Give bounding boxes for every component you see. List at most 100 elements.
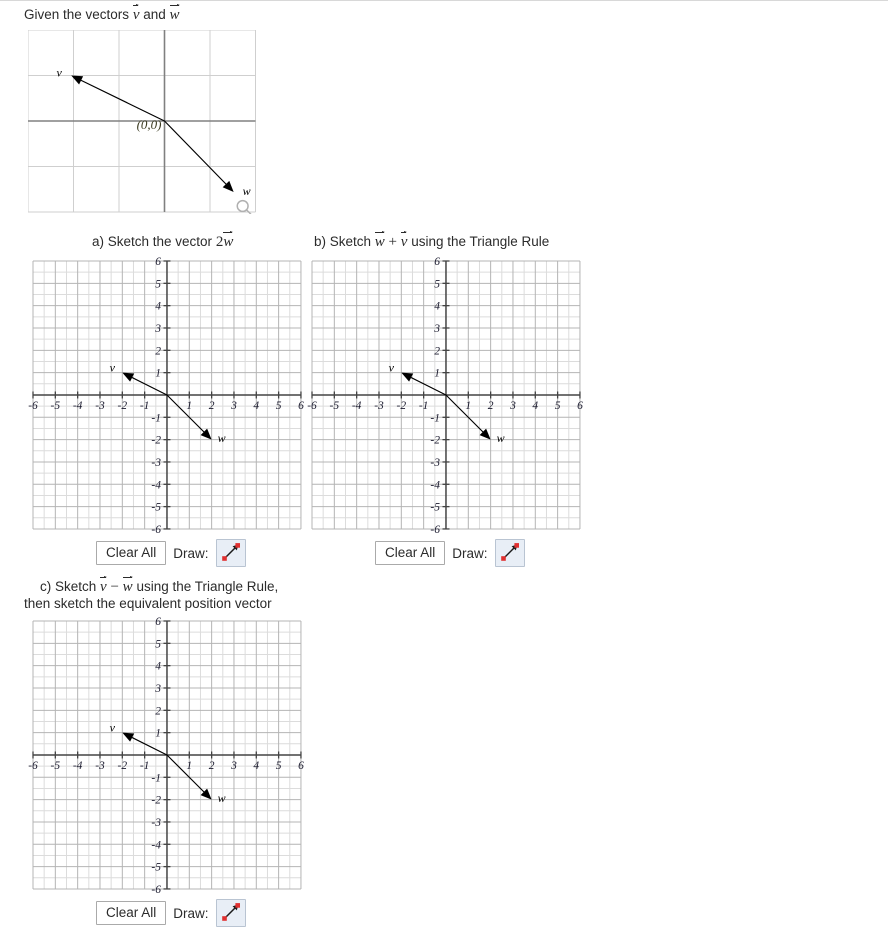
y-tick-label: 5 xyxy=(434,278,440,290)
x-tick-label: 6 xyxy=(298,760,304,772)
x-tick-label: 4 xyxy=(253,760,259,772)
reference-vector-v-label: v xyxy=(57,66,63,80)
y-tick-label: -5 xyxy=(430,502,440,514)
origin-label: (0,0) xyxy=(137,117,162,132)
y-tick-label: 2 xyxy=(155,705,161,717)
vector-w-label: w xyxy=(497,431,505,445)
vector-v-symbol: v xyxy=(100,575,107,596)
x-tick-label: -5 xyxy=(51,400,61,412)
vector-arrow-overbar xyxy=(132,3,140,6)
intro-prompt-mid: and xyxy=(139,7,170,22)
x-tick-label: 6 xyxy=(577,400,583,412)
x-tick-label: -5 xyxy=(330,400,340,412)
part-b-prompt: b) Sketch w + v using the Triangle Rule xyxy=(314,230,549,251)
draw-vector-button-a[interactable] xyxy=(215,539,246,567)
x-tick-label: 2 xyxy=(488,400,494,412)
clear-all-button-b[interactable]: Clear All xyxy=(375,541,446,565)
y-tick-label: 6 xyxy=(434,256,440,268)
part-c-operator: − xyxy=(106,579,123,595)
part-a-prompt: a) Sketch the vector 2w xyxy=(92,230,234,251)
x-tick-label: 3 xyxy=(509,400,516,412)
x-tick-label: -6 xyxy=(307,400,317,412)
y-tick-label: -1 xyxy=(151,412,161,424)
vector-w-label: w xyxy=(218,431,226,445)
y-tick-label: 4 xyxy=(434,301,440,313)
y-tick-label: -2 xyxy=(151,795,161,807)
vector-v-letter: v xyxy=(400,234,408,250)
vector-arrow-overbar xyxy=(223,230,234,233)
part-a-coefficient: 2 xyxy=(215,234,224,250)
y-tick-label: -3 xyxy=(151,457,161,469)
x-tick-label: 4 xyxy=(253,400,259,412)
y-tick-label: -1 xyxy=(430,412,440,424)
y-tick-label: 1 xyxy=(434,368,440,380)
y-tick-label: 3 xyxy=(154,683,161,695)
vector-arrow-overbar xyxy=(400,230,408,233)
x-tick-label: 5 xyxy=(276,400,282,412)
part-a-graph[interactable]: -6 -5 -4 -3 -2 -1 1 2 3 4 5 6 6 5 4 3 2 1 -1 -2 -3 -4 -5 -6 v w xyxy=(27,255,307,535)
y-tick-label: -4 xyxy=(430,479,440,491)
vector-w-label: w xyxy=(218,791,226,805)
y-tick-label: -6 xyxy=(151,524,161,535)
y-tick-label: 5 xyxy=(155,638,161,650)
y-tick-label: 6 xyxy=(155,256,161,268)
y-tick-label: 5 xyxy=(155,278,161,290)
x-tick-label: -3 xyxy=(374,400,384,412)
vector-v-symbol: v xyxy=(132,3,140,24)
x-tick-label: 4 xyxy=(532,400,538,412)
y-tick-label: -4 xyxy=(151,839,161,851)
draw-label-c: Draw: xyxy=(173,905,209,921)
x-tick-label: -1 xyxy=(419,400,429,412)
part-c-graph[interactable]: -6 -5 -4 -3 -2 -1 1 2 3 4 5 6 6 5 4 3 2 1 -1 -2 -3 -4 -5 -6 v w xyxy=(27,615,307,895)
part-c-prompt-prefix: c) Sketch xyxy=(40,579,101,594)
y-tick-label: 3 xyxy=(433,323,440,335)
y-tick-label: -2 xyxy=(430,435,440,447)
part-b-operator: + xyxy=(384,234,401,250)
part-b-prompt-prefix: b) Sketch xyxy=(314,234,375,249)
y-tick-label: -1 xyxy=(151,772,161,784)
x-tick-label: -1 xyxy=(140,760,150,772)
y-tick-label: 1 xyxy=(155,368,161,380)
part-b-graph[interactable]: -6 -5 -4 -3 -2 -1 1 2 3 4 5 6 6 5 4 3 2 1 -1 -2 -3 -4 -5 -6 v w xyxy=(306,255,586,535)
x-tick-label: -4 xyxy=(73,760,83,772)
vector-arrow-icon xyxy=(499,541,521,566)
vector-arrow-overbar xyxy=(374,230,385,233)
draw-vector-button-b[interactable] xyxy=(494,539,525,567)
x-tick-label: 6 xyxy=(298,400,304,412)
part-c-prompt-suffix: using the Triangle Rule, xyxy=(132,579,279,594)
y-tick-label: 4 xyxy=(155,301,161,313)
part-c-controls: Clear All Draw: xyxy=(96,899,246,927)
vector-arrow-icon xyxy=(220,541,242,566)
reference-vector-w-label: w xyxy=(243,184,251,198)
vector-w-letter: w xyxy=(374,234,385,250)
reference-vector-diagram[interactable]: (0,0) v w xyxy=(28,30,258,214)
vector-v-label: v xyxy=(110,361,116,375)
vector-v-letter: v xyxy=(132,7,140,23)
part-a-controls: Clear All Draw: xyxy=(96,539,246,567)
y-tick-label: 2 xyxy=(434,345,440,357)
x-tick-label: -4 xyxy=(73,400,83,412)
clear-all-button-a[interactable]: Clear All xyxy=(96,541,167,565)
draw-label-b: Draw: xyxy=(452,545,488,561)
part-c-prompt-line1: c) Sketch v − w using the Triangle Rule, xyxy=(40,575,279,596)
x-tick-label: -5 xyxy=(51,760,61,772)
intro-prompt: Given the vectors v and w xyxy=(24,3,180,24)
y-tick-label: 4 xyxy=(155,661,161,673)
clear-all-button-c[interactable]: Clear All xyxy=(96,901,167,925)
vector-v-label: v xyxy=(110,721,116,735)
vector-arrow-overbar xyxy=(100,575,107,578)
reference-vector-v-arrow xyxy=(71,75,166,122)
y-tick-label: 1 xyxy=(155,728,161,740)
part-a-prompt-prefix: a) Sketch the vector xyxy=(92,234,216,249)
x-tick-label: 1 xyxy=(186,760,192,772)
y-tick-label: 2 xyxy=(155,345,161,357)
x-tick-label: 1 xyxy=(465,400,471,412)
x-tick-label: 2 xyxy=(209,400,215,412)
vector-w-symbol: w xyxy=(169,3,180,24)
draw-vector-button-c[interactable] xyxy=(215,899,246,927)
y-tick-label: 6 xyxy=(155,616,161,628)
vector-w-symbol: w xyxy=(223,230,234,251)
y-tick-label: -2 xyxy=(151,435,161,447)
x-tick-label: -6 xyxy=(28,400,38,412)
draw-label-a: Draw: xyxy=(173,545,209,561)
